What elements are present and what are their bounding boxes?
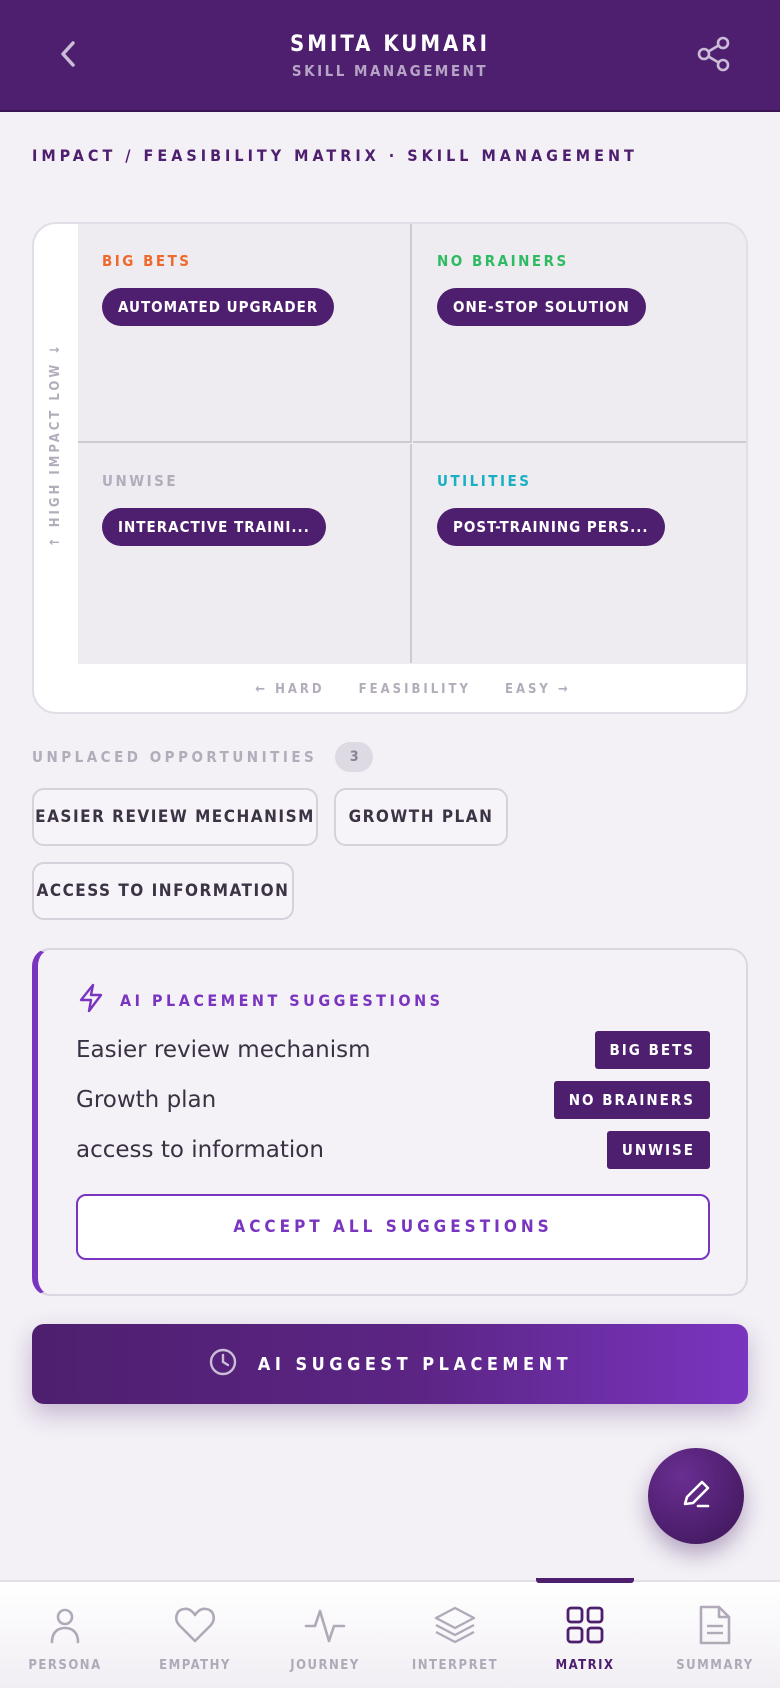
suggestion-tag[interactable]: UNWISE (606, 1131, 710, 1169)
opportunity-chip[interactable]: AUTOMATED UPGRADER (102, 288, 335, 326)
suggestion-row: access to information UNWISE (76, 1130, 710, 1170)
y-axis-label: ↑ HIGH IMPACT LOW ↓ (48, 341, 64, 547)
pencil-icon (677, 1475, 715, 1517)
y-axis: ↑ HIGH IMPACT LOW ↓ (34, 224, 78, 664)
nav-label: SUMMARY (676, 1658, 754, 1673)
ai-suggestions-card: AI PLACEMENT SUGGESTIONS Easier review m… (32, 948, 748, 1296)
quadrant-unwise[interactable]: UNWISE INTERACTIVE TRAINI... (78, 444, 412, 663)
unplaced-label: UNPLACED OPPORTUNITIES (32, 748, 318, 766)
nav-label: INTERPRET (411, 1658, 499, 1673)
nav-item-interpret[interactable]: INTERPRET (390, 1582, 520, 1688)
opportunity-chip[interactable]: INTERACTIVE TRAINI... (102, 508, 326, 546)
quadrant-big-bets[interactable]: BIG BETS AUTOMATED UPGRADER (78, 224, 412, 443)
quadrant-label: BIG BETS (102, 252, 192, 270)
quadrant-grid: BIG BETS AUTOMATED UPGRADER NO BRAINERS … (78, 224, 746, 664)
pulse-icon (304, 1605, 346, 1649)
quadrant-no-brainers[interactable]: NO BRAINERS ONE-STOP SOLUTION (413, 224, 746, 443)
suggestion-row: Growth plan NO BRAINERS (76, 1080, 710, 1120)
suggestion-name: access to information (76, 1137, 324, 1163)
ai-suggestions-title: AI PLACEMENT SUGGESTIONS (120, 990, 444, 1010)
opportunity-chip[interactable]: ONE-STOP SOLUTION (437, 288, 646, 326)
quadrant-label: UTILITIES (437, 472, 532, 490)
impact-feasibility-matrix: ↑ HIGH IMPACT LOW ↓ BIG BETS AUTOMATED U… (32, 222, 748, 714)
lightning-icon (76, 982, 106, 1018)
heart-icon (173, 1605, 217, 1649)
bottom-nav: PERSONA EMPATHY JOURNEY INTERPRET MATRIX… (0, 1578, 780, 1688)
section-title: IMPACT / FEASIBILITY MATRIX · SKILL MANA… (32, 146, 638, 165)
opportunity-chip[interactable]: POST-TRAINING PERS... (437, 508, 665, 546)
count-badge: 3 (335, 742, 374, 772)
share-button[interactable] (692, 34, 736, 78)
x-axis-label: FEASIBILITY (358, 681, 471, 697)
nav-item-journey[interactable]: JOURNEY (260, 1582, 390, 1688)
nav-label: PERSONA (28, 1658, 102, 1673)
nav-item-empathy[interactable]: EMPATHY (130, 1582, 260, 1688)
unplaced-opportunity[interactable]: EASIER REVIEW MECHANISM (32, 788, 318, 846)
x-axis-easy: EASY → (504, 681, 571, 697)
suggestion-row: Easier review mechanism BIG BETS (76, 1030, 710, 1070)
unplaced-header: UNPLACED OPPORTUNITIES 3 (32, 742, 374, 772)
accept-all-button[interactable]: ACCEPT ALL SUGGESTIONS (76, 1194, 710, 1260)
edit-fab[interactable] (648, 1448, 744, 1544)
suggestion-tag[interactable]: BIG BETS (594, 1031, 710, 1069)
nav-label: JOURNEY (290, 1658, 360, 1673)
grid-icon (565, 1605, 605, 1649)
suggestion-name: Easier review mechanism (76, 1037, 371, 1063)
quadrant-label: NO BRAINERS (437, 252, 569, 270)
clock-icon (208, 1347, 238, 1382)
layers-icon (433, 1605, 477, 1649)
suggestion-name: Growth plan (76, 1087, 217, 1113)
document-icon (697, 1604, 733, 1650)
nav-item-persona[interactable]: PERSONA (0, 1582, 130, 1688)
x-axis-hard: ← HARD (255, 681, 325, 697)
share-icon (696, 35, 732, 77)
nav-label: EMPATHY (159, 1658, 231, 1673)
app-header: SMITA KUMARI SKILL MANAGEMENT (0, 0, 780, 112)
nav-label: MATRIX (555, 1658, 615, 1673)
nav-item-matrix[interactable]: MATRIX (520, 1582, 650, 1688)
unplaced-opportunity[interactable]: ACCESS TO INFORMATION (32, 862, 294, 920)
header-title: SMITA KUMARI (290, 32, 490, 57)
cta-label: AI SUGGEST PLACEMENT (257, 1353, 573, 1375)
header-subtitle: SKILL MANAGEMENT (291, 62, 489, 80)
quadrant-utilities[interactable]: UTILITIES POST-TRAINING PERS... (413, 444, 746, 663)
unplaced-opportunity[interactable]: GROWTH PLAN (334, 788, 508, 846)
nav-item-summary[interactable]: SUMMARY (650, 1582, 780, 1688)
ai-suggestions-header: AI PLACEMENT SUGGESTIONS (76, 982, 444, 1018)
x-axis: ← HARD FEASIBILITY EASY → (78, 664, 746, 712)
quadrant-label: UNWISE (102, 472, 179, 490)
person-icon (45, 1605, 85, 1649)
ai-suggest-placement-button[interactable]: AI SUGGEST PLACEMENT (32, 1324, 748, 1404)
suggestion-tag[interactable]: NO BRAINERS (553, 1081, 710, 1119)
